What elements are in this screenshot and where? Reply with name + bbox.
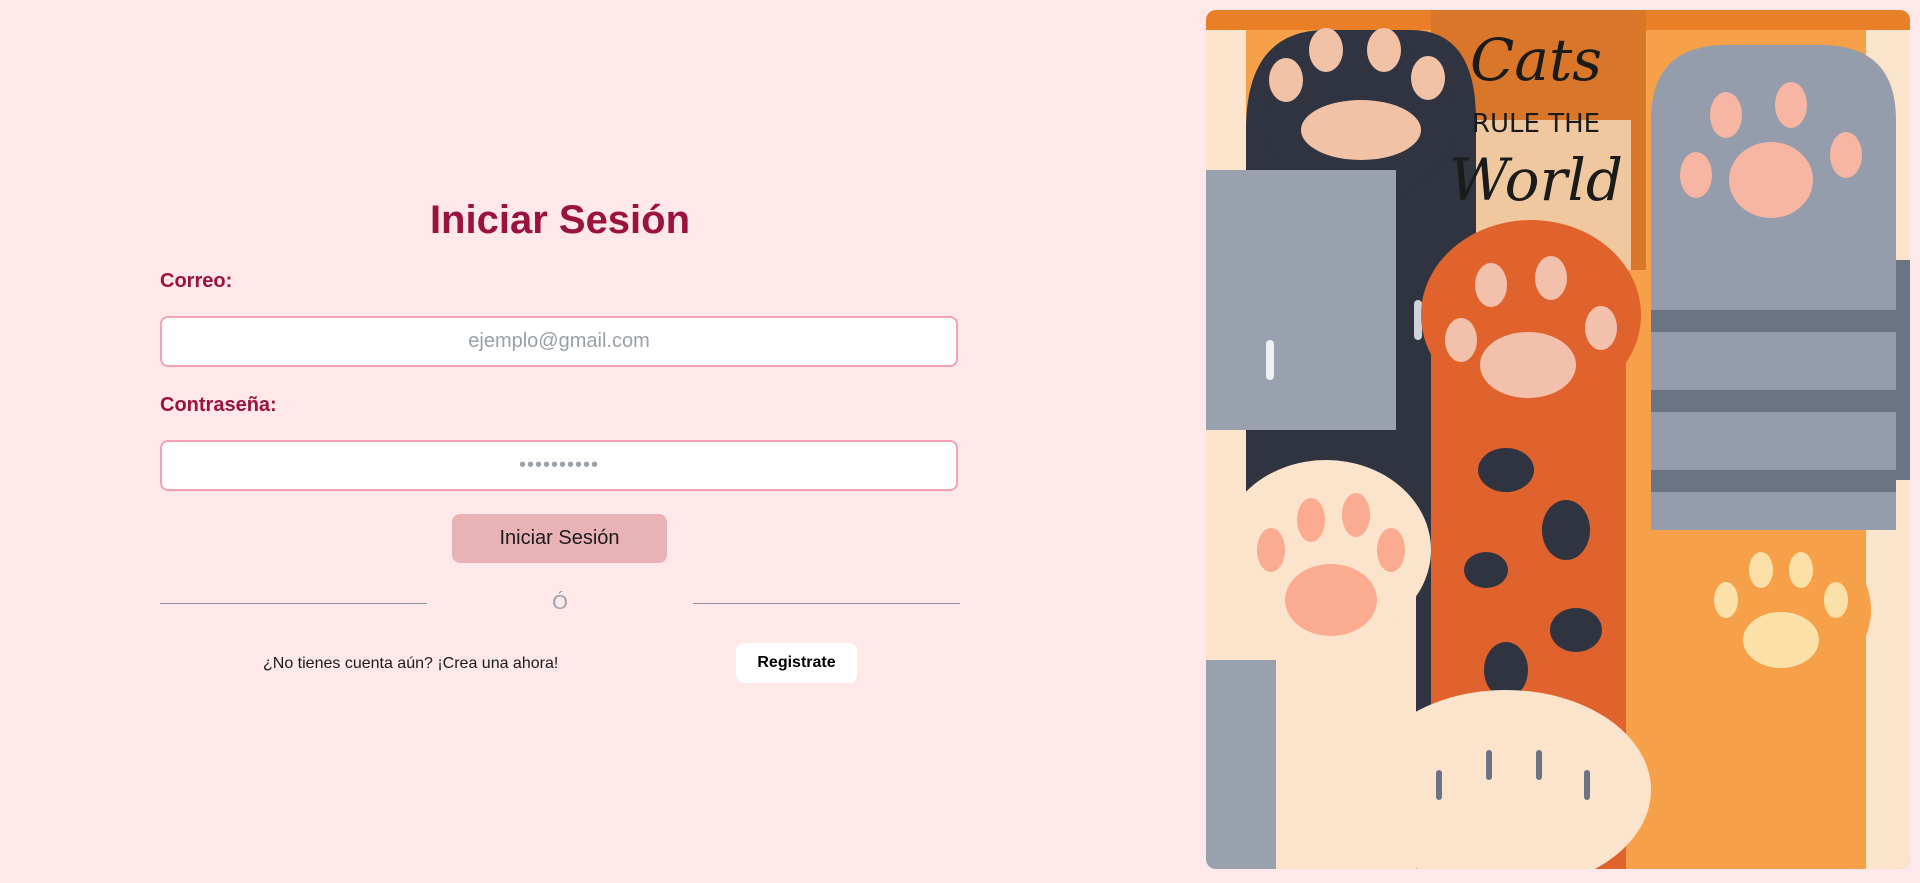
signup-prompt: ¿No tienes cuenta aún? ¡Crea una ahora! [263,655,559,672]
cat-paws-illustration: Cats RULE THE World [1206,10,1910,869]
email-label: Correo: [160,270,233,292]
hero-logo-line3: World [1449,146,1623,214]
hero-logo-line2: RULE THE [1472,109,1600,139]
register-button[interactable]: Registrate [736,643,857,683]
login-panel: Iniciar Sesión Correo: Contraseña: Inici… [160,0,960,883]
email-field[interactable] [160,316,958,367]
login-button[interactable]: Iniciar Sesión [452,514,667,563]
password-label: Contraseña: [160,394,277,416]
password-field[interactable] [160,440,958,491]
divider-text: Ó [552,592,568,614]
hero-logo-line1: Cats [1470,26,1602,94]
divider-line-right [693,603,960,604]
divider-line-left [160,603,427,604]
page-title: Iniciar Sesión [429,198,691,242]
hero-image: Cats RULE THE World [1206,10,1910,869]
